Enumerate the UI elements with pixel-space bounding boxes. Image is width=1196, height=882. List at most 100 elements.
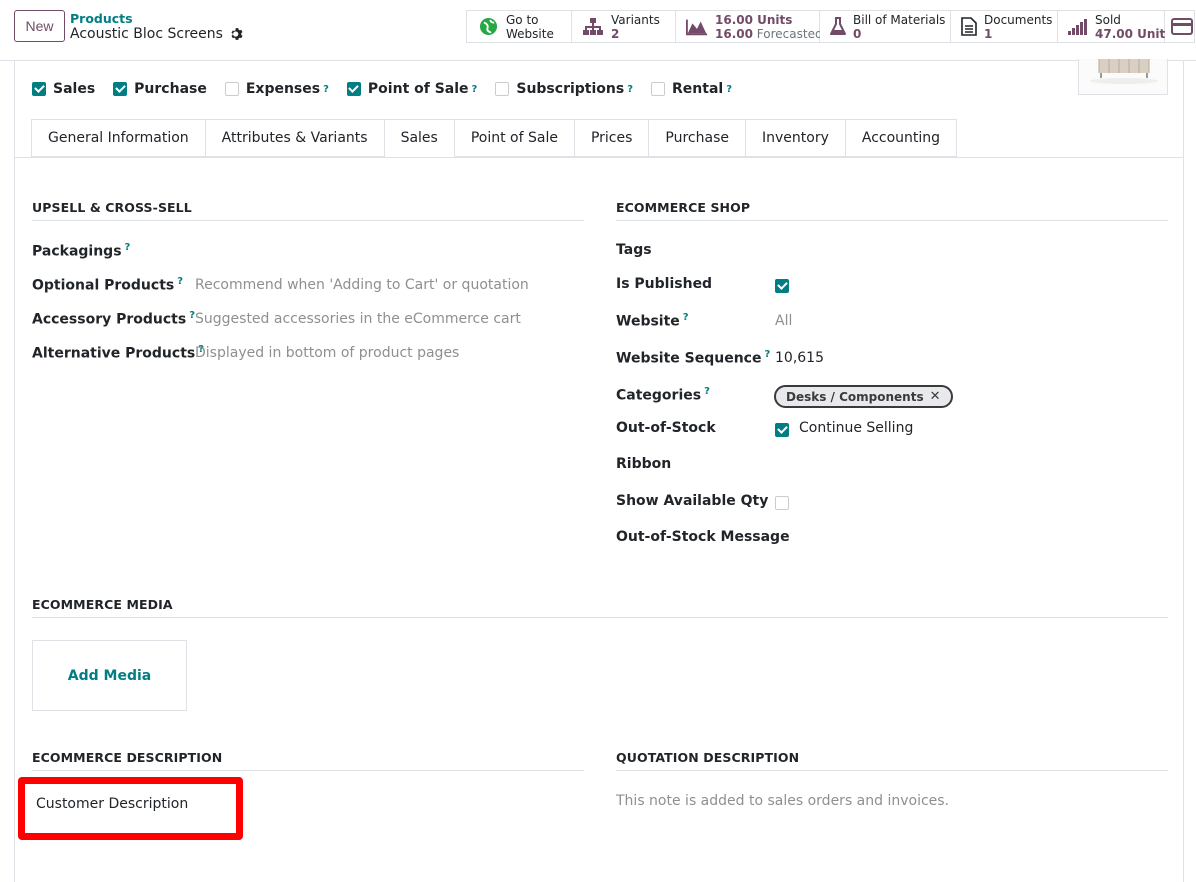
purchase-label: Purchase — [134, 81, 207, 97]
website-sequence-input[interactable]: 10,615 — [775, 350, 824, 366]
new-button[interactable]: New — [14, 10, 65, 42]
continue-selling-checkbox[interactable] — [775, 423, 789, 437]
documents-count: 1 — [984, 26, 993, 41]
notebook-tabs: General Information Attributes & Variant… — [31, 119, 958, 157]
alternative-products-input[interactable]: Displayed in bottom of product pages — [195, 345, 459, 361]
tab-general-information[interactable]: General Information — [31, 119, 206, 157]
tab-sales[interactable]: Sales — [384, 119, 455, 157]
forecast-button[interactable]: 16.00 Units 16.00 Forecasted — [676, 11, 823, 42]
variants-label: Variants — [611, 12, 660, 27]
variants-count: 2 — [611, 26, 620, 41]
forecast-qty: 16.00 — [715, 26, 753, 41]
packagings-label: Packagings? — [32, 242, 131, 260]
checkbox-point-of-sale[interactable]: Point of Sale? — [346, 81, 478, 97]
breadcrumb-products-link[interactable]: Products — [70, 11, 133, 26]
tab-point-of-sale[interactable]: Point of Sale — [454, 119, 575, 157]
help-icon[interactable]: ? — [764, 349, 770, 360]
tabs-divider — [15, 157, 1183, 158]
add-media-button[interactable]: Add Media — [32, 640, 187, 711]
quotation-description-input[interactable]: This note is added to sales orders and i… — [616, 793, 949, 809]
area-chart-icon — [686, 16, 708, 38]
optional-products-input[interactable]: Recommend when 'Adding to Cart' or quota… — [195, 277, 529, 293]
is-published-checkbox[interactable] — [775, 279, 789, 293]
category-tag: Desks / Components ✕ — [774, 385, 953, 408]
accessory-products-input[interactable]: Suggested accessories in the eCommerce c… — [195, 311, 521, 327]
ecommerce-media-section-title: ECOMMERCE MEDIA — [32, 597, 1168, 618]
help-icon[interactable]: ? — [683, 312, 689, 323]
sitemap-icon — [582, 16, 604, 38]
bom-count: 0 — [853, 26, 862, 41]
checkbox-expenses[interactable]: Expenses? — [224, 81, 329, 97]
rental-checkbox[interactable] — [651, 82, 666, 96]
signal-icon — [1068, 16, 1088, 38]
alternative-products-label: Alternative Products? — [32, 344, 205, 362]
sold-qty: 47.00 Units — [1095, 26, 1173, 41]
website-label: Website? — [616, 312, 689, 330]
help-icon[interactable]: ? — [472, 84, 478, 95]
show-available-qty-label: Show Available Qty — [616, 493, 769, 509]
accessory-products-label: Accessory Products? — [32, 310, 196, 328]
help-icon[interactable]: ? — [177, 276, 183, 287]
help-icon[interactable]: ? — [323, 84, 329, 95]
on-hand-qty: 16.00 Units — [715, 12, 793, 27]
bom-button[interactable]: Bill of Materials 0 — [820, 11, 951, 42]
quotation-description-section-title: QUOTATION DESCRIPTION — [616, 750, 1168, 771]
subscriptions-checkbox[interactable] — [495, 82, 510, 96]
globe-icon — [477, 16, 499, 38]
documents-label: Documents — [984, 12, 1053, 27]
tab-purchase[interactable]: Purchase — [649, 119, 746, 157]
out-of-stock-message-label: Out-of-Stock Message — [616, 529, 790, 545]
highlight-box — [18, 777, 243, 840]
breadcrumb-current: Acoustic Bloc Screens — [70, 26, 244, 42]
help-icon[interactable]: ? — [627, 84, 633, 95]
record-title: Acoustic Bloc Screens — [70, 26, 223, 42]
tab-accounting[interactable]: Accounting — [845, 119, 958, 157]
go-to-line1: Go to — [506, 12, 539, 27]
rental-label: Rental — [672, 81, 724, 97]
pos-checkbox[interactable] — [346, 82, 361, 96]
bom-label: Bill of Materials — [853, 12, 946, 27]
sales-checkbox[interactable] — [32, 82, 46, 96]
checkbox-purchase[interactable]: Purchase — [113, 81, 207, 97]
optional-products-label: Optional Products? — [32, 276, 184, 294]
variants-button[interactable]: Variants 2 — [572, 11, 676, 42]
checkbox-sales[interactable]: Sales — [32, 81, 95, 97]
go-to-line2: Website — [506, 26, 554, 41]
go-to-website-button[interactable]: Go to Website — [467, 11, 572, 42]
tags-label: Tags — [616, 242, 652, 258]
category-tag-label: Desks / Components — [786, 389, 924, 404]
pos-label: Point of Sale — [367, 81, 469, 97]
help-icon[interactable]: ? — [726, 84, 732, 95]
help-icon[interactable]: ? — [125, 242, 131, 253]
upsell-section-title: UPSELL & CROSS-SELL — [32, 200, 584, 221]
smart-buttons: Go to Website Variants 2 16.00 Units 16.… — [466, 10, 1195, 43]
website-select[interactable]: All — [775, 313, 792, 329]
website-sequence-label: Website Sequence? — [616, 349, 771, 367]
document-icon — [961, 16, 977, 38]
categories-label: Categories? — [616, 386, 710, 404]
form-sheet: Sales Purchase Expenses? Point of Sale? … — [14, 59, 1184, 882]
sold-button[interactable]: Sold 47.00 Units — [1058, 11, 1172, 42]
tab-attributes-variants[interactable]: Attributes & Variants — [205, 119, 385, 157]
checkbox-rental[interactable]: Rental? — [651, 81, 732, 97]
documents-button[interactable]: Documents 1 — [951, 11, 1058, 42]
purchase-checkbox[interactable] — [113, 82, 128, 96]
help-icon[interactable]: ? — [704, 386, 710, 397]
product-type-checkboxes: Sales Purchase Expenses? Point of Sale? … — [32, 81, 750, 97]
forecast-label: Forecasted — [756, 26, 823, 41]
show-available-qty-checkbox[interactable] — [775, 496, 789, 510]
is-published-label: Is Published — [616, 276, 713, 292]
tab-prices[interactable]: Prices — [574, 119, 650, 157]
checkbox-subscriptions[interactable]: Subscriptions? — [495, 81, 633, 97]
ribbon-label: Ribbon — [616, 456, 672, 472]
out-of-stock-label: Out-of-Stock — [616, 420, 716, 436]
gear-icon[interactable] — [230, 27, 244, 41]
tab-inventory[interactable]: Inventory — [745, 119, 846, 157]
continue-selling-label: Continue Selling — [799, 420, 914, 436]
sales-label: Sales — [53, 81, 96, 97]
close-icon[interactable]: ✕ — [930, 389, 941, 404]
card-icon — [1171, 16, 1193, 38]
product-image[interactable] — [1078, 59, 1168, 95]
expenses-checkbox[interactable] — [224, 82, 239, 96]
more-button[interactable] — [1165, 11, 1195, 42]
